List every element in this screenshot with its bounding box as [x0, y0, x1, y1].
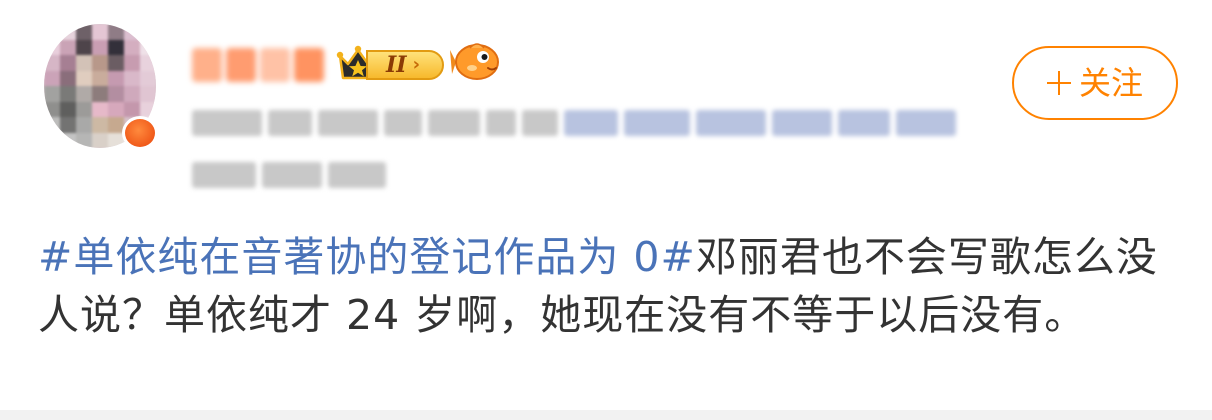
post-source-line — [192, 160, 386, 190]
weibo-post: II › 关注 #单依纯在音著协的登记作品为 0#邓丽君也不会写歌怎么没人说？单… — [0, 0, 1212, 420]
level-pill: II › — [366, 50, 444, 80]
follow-label: 关注 — [1078, 64, 1143, 102]
level-text: II — [386, 52, 407, 78]
post-meta-line — [192, 108, 956, 138]
topic-link[interactable]: #单依纯在音著协的登记作品为 0# — [38, 233, 696, 281]
post-content: #单依纯在音著协的登记作品为 0#邓丽君也不会写歌怎么没人说？单依纯才 24 岁… — [38, 228, 1178, 344]
avatar-badge-icon — [122, 116, 158, 150]
bottom-divider — [0, 410, 1212, 420]
follow-button[interactable]: 关注 — [1012, 46, 1178, 120]
plus-icon — [1046, 71, 1071, 95]
member-level-badge[interactable]: II › — [336, 44, 446, 84]
chevron-right-icon: › — [412, 54, 421, 75]
username[interactable] — [192, 42, 324, 88]
fish-emoji-icon — [450, 43, 499, 80]
